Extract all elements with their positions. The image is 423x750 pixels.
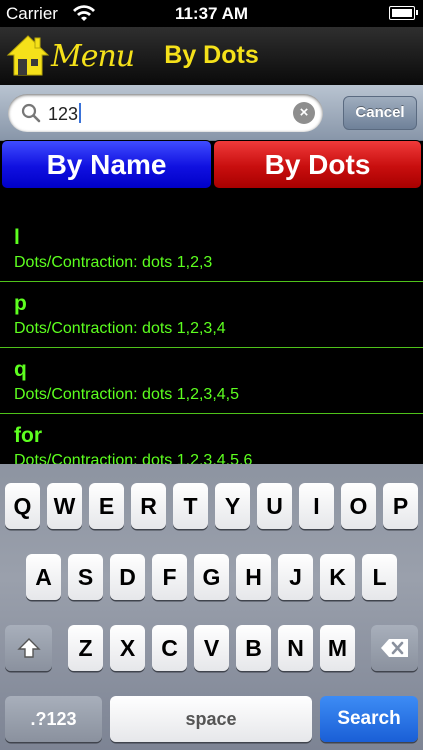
- search-mode-segmented-control: By Name By Dots: [0, 140, 423, 189]
- result-description: Dots/Contraction: dots 1,2,3,4: [14, 320, 226, 337]
- space-key[interactable]: space: [110, 696, 312, 742]
- key-k[interactable]: K: [320, 554, 355, 600]
- key-z[interactable]: Z: [68, 625, 103, 671]
- search-key[interactable]: Search: [320, 696, 418, 742]
- key-j[interactable]: J: [278, 554, 313, 600]
- key-l[interactable]: L: [362, 554, 397, 600]
- key-i[interactable]: I: [299, 483, 334, 529]
- result-word: p: [14, 292, 27, 315]
- key-f[interactable]: F: [152, 554, 187, 600]
- shift-arrow-icon: [16, 638, 41, 658]
- key-s[interactable]: S: [68, 554, 103, 600]
- result-word: for: [14, 424, 42, 447]
- delete-key[interactable]: [371, 625, 418, 671]
- battery-icon: [389, 6, 418, 20]
- search-bar: 123 × Cancel: [0, 85, 423, 141]
- shift-key[interactable]: [5, 625, 52, 671]
- search-icon: [21, 103, 41, 123]
- list-item[interactable]: for Dots/Contraction: dots 1,2,3,4,5,6: [0, 414, 423, 464]
- cancel-button[interactable]: Cancel: [343, 96, 417, 130]
- key-g[interactable]: G: [194, 554, 229, 600]
- result-word: l: [14, 226, 20, 249]
- key-u[interactable]: U: [257, 483, 292, 529]
- list-item[interactable]: q Dots/Contraction: dots 1,2,3,4,5: [0, 348, 423, 414]
- page-title: By Dots: [164, 41, 259, 69]
- segment-by-name[interactable]: By Name: [1, 140, 212, 189]
- status-bar: Carrier 11:37 AM: [0, 0, 423, 27]
- results-list: l Dots/Contraction: dots 1,2,3 p Dots/Co…: [0, 189, 423, 464]
- search-value: 123: [48, 104, 79, 124]
- key-h[interactable]: H: [236, 554, 271, 600]
- key-m[interactable]: M: [320, 625, 355, 671]
- key-o[interactable]: O: [341, 483, 376, 529]
- list-item[interactable]: l Dots/Contraction: dots 1,2,3: [0, 216, 423, 282]
- key-y[interactable]: Y: [215, 483, 250, 529]
- key-e[interactable]: E: [89, 483, 124, 529]
- key-n[interactable]: N: [278, 625, 313, 671]
- list-item[interactable]: p Dots/Contraction: dots 1,2,3,4: [0, 282, 423, 348]
- segment-by-dots[interactable]: By Dots: [213, 140, 422, 189]
- search-input[interactable]: 123 ×: [8, 94, 323, 132]
- key-q[interactable]: Q: [5, 483, 40, 529]
- clock: 11:37 AM: [174, 4, 249, 23]
- key-v[interactable]: V: [194, 625, 229, 671]
- navigation-bar: Menu By Dots: [0, 27, 423, 86]
- key-a[interactable]: A: [26, 554, 61, 600]
- text-caret: [79, 103, 82, 123]
- result-description: Dots/Contraction: dots 1,2,3,4,5,6: [14, 452, 253, 464]
- key-d[interactable]: D: [110, 554, 145, 600]
- search-value-container: 123: [48, 103, 82, 125]
- backspace-icon: [380, 639, 408, 657]
- result-word: q: [14, 358, 27, 381]
- key-x[interactable]: X: [110, 625, 145, 671]
- key-r[interactable]: R: [131, 483, 166, 529]
- key-w[interactable]: W: [47, 483, 82, 529]
- key-b[interactable]: B: [236, 625, 271, 671]
- clear-icon[interactable]: ×: [293, 102, 315, 124]
- result-description: Dots/Contraction: dots 1,2,3,4,5: [14, 386, 240, 403]
- key-t[interactable]: T: [173, 483, 208, 529]
- numbers-key[interactable]: .?123: [5, 696, 102, 742]
- key-p[interactable]: P: [383, 483, 418, 529]
- result-description: Dots/Contraction: dots 1,2,3: [14, 254, 213, 271]
- key-c[interactable]: C: [152, 625, 187, 671]
- keyboard: Q W E R T Y U I O P A S D F G H J K L Z …: [0, 464, 423, 750]
